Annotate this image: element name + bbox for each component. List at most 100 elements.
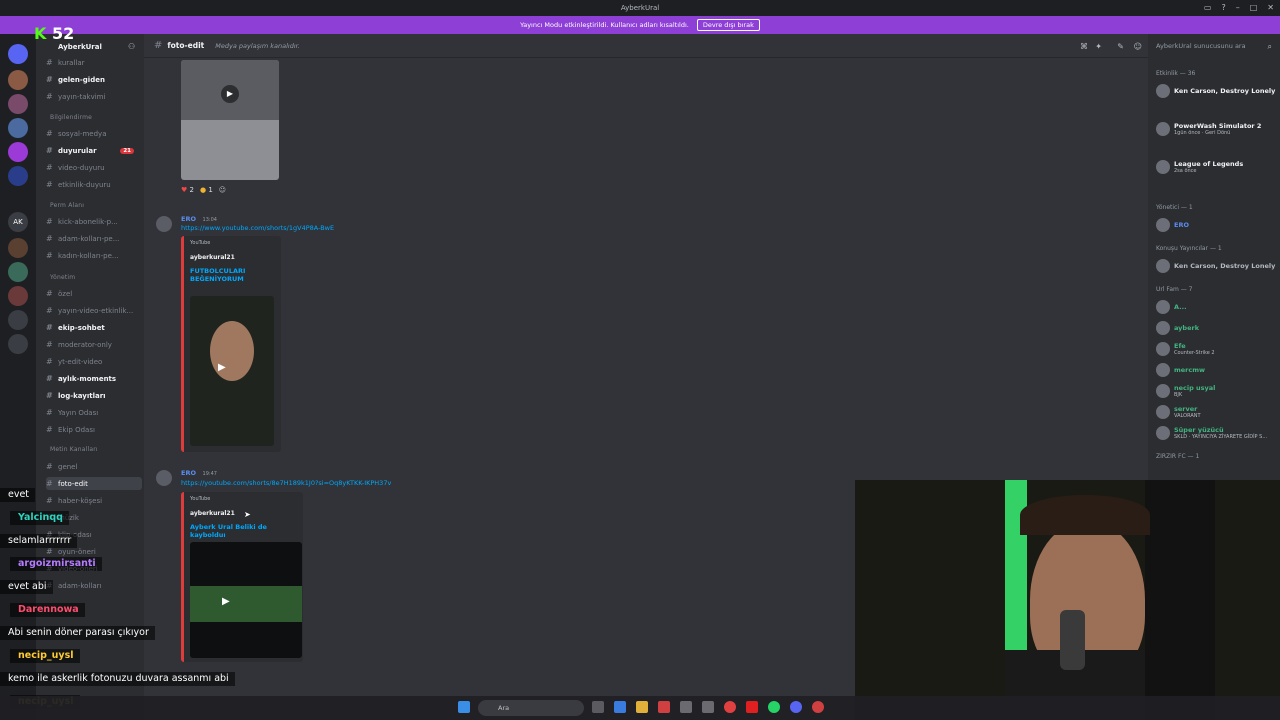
add-reaction-icon[interactable]: ☺ bbox=[219, 186, 226, 194]
channel-category[interactable]: Bilgilendirme bbox=[50, 114, 92, 121]
channel-item[interactable]: # kick-abonelik-p... bbox=[46, 215, 142, 228]
channel-item[interactable]: # adam-kolları-pe... bbox=[46, 232, 142, 245]
channel-item[interactable]: # Yayın Odası bbox=[46, 406, 142, 419]
member-item[interactable]: Ken Carson, Destroy Lonely bbox=[1156, 82, 1276, 100]
add-server-icon[interactable] bbox=[8, 310, 28, 330]
image-attachment[interactable]: ▶ bbox=[181, 60, 279, 180]
maximize-icon[interactable]: □ bbox=[1250, 3, 1258, 12]
channel-label: yayın-video-etkinlik... bbox=[58, 306, 134, 315]
member-item[interactable]: mercmw bbox=[1156, 361, 1276, 379]
minimize-icon[interactable]: – bbox=[1236, 3, 1240, 12]
channel-item[interactable]: # gelen-giden bbox=[46, 73, 142, 86]
inbox-icon[interactable]: ▭ bbox=[1204, 3, 1212, 12]
app-icon[interactable] bbox=[658, 701, 670, 713]
play-icon[interactable]: ▶ bbox=[221, 85, 239, 103]
channel-category[interactable]: Metin Kanalları bbox=[50, 446, 98, 453]
member-item[interactable]: Efe Counter-Strike 2 bbox=[1156, 340, 1276, 358]
message-author[interactable]: ERO bbox=[181, 469, 196, 477]
youtube-icon[interactable] bbox=[746, 701, 758, 713]
message-header: ERO 13:04 bbox=[181, 214, 217, 223]
avatar[interactable] bbox=[156, 470, 172, 486]
whatsapp-icon[interactable] bbox=[768, 701, 780, 713]
server-icon[interactable] bbox=[8, 238, 28, 258]
server-icon[interactable] bbox=[8, 286, 28, 306]
channel-item[interactable]: # video-duyuru bbox=[46, 161, 142, 174]
channel-item[interactable]: # aylık-moments bbox=[46, 372, 142, 385]
channel-item[interactable]: # moderator-only bbox=[46, 338, 142, 351]
channel-item[interactable]: # Ekip Odası bbox=[46, 423, 142, 436]
channel-item[interactable]: # etkinlik-duyuru bbox=[46, 178, 142, 191]
discover-icon[interactable] bbox=[8, 334, 28, 354]
server-name[interactable]: AyberkUral bbox=[58, 43, 102, 51]
member-item[interactable]: Süper yüzücü SKLD · YAYINCIYA ZİYARETE Gİ… bbox=[1156, 424, 1276, 442]
video-thumbnail[interactable]: ▶ bbox=[190, 296, 274, 446]
add-member-icon[interactable]: ⚇ bbox=[128, 42, 135, 51]
embed-title[interactable]: FUTBOLCULARI BEĞENİYORUM bbox=[190, 267, 260, 283]
channel-item[interactable]: # yayın-takvimi bbox=[46, 90, 142, 103]
embed-author[interactable]: ayberkural21 bbox=[190, 254, 235, 261]
server-icon[interactable] bbox=[8, 142, 28, 162]
start-icon[interactable] bbox=[458, 701, 470, 713]
avatar[interactable] bbox=[156, 216, 172, 232]
close-icon[interactable]: ✕ bbox=[1267, 3, 1274, 12]
member-name: Ken Carson, Destroy Lonely bbox=[1174, 262, 1276, 270]
embed-provider[interactable]: YouTube bbox=[190, 240, 210, 246]
server-icon[interactable] bbox=[8, 118, 28, 138]
help-icon[interactable]: ? bbox=[1221, 3, 1225, 12]
channel-item[interactable]: # duyurular 21 bbox=[46, 144, 142, 157]
pin-icon[interactable]: ✎ bbox=[1117, 42, 1124, 51]
channel-item[interactable]: # yayın-video-etkinlik... bbox=[46, 304, 142, 317]
notification-icon[interactable]: ✦ bbox=[1095, 42, 1102, 51]
member-name: mercmw bbox=[1174, 366, 1206, 374]
viewer-count: 52 bbox=[51, 24, 75, 43]
member-item[interactable]: Ken Carson, Destroy Lonely bbox=[1156, 257, 1276, 275]
server-icon[interactable]: AK bbox=[8, 212, 28, 232]
reaction-coin[interactable]: ● 1 bbox=[200, 186, 213, 194]
reaction-heart[interactable]: ♥ 2 bbox=[181, 186, 194, 194]
channel-category[interactable]: Yönetim bbox=[50, 274, 75, 281]
member-item[interactable]: League of Legends 2sa önce bbox=[1156, 158, 1276, 176]
channel-category[interactable]: Perm Alanı bbox=[50, 202, 84, 209]
hash-icon: # bbox=[46, 391, 53, 400]
server-icon[interactable] bbox=[8, 70, 28, 90]
message-author[interactable]: ERO bbox=[181, 215, 196, 223]
disable-streamer-mode-button[interactable]: Devre dışı bırak bbox=[696, 19, 760, 31]
server-icon[interactable] bbox=[8, 262, 28, 282]
member-list-icon[interactable]: ☺ bbox=[1134, 42, 1142, 51]
member-item[interactable]: necip usyal BJK bbox=[1156, 382, 1276, 400]
server-icon[interactable] bbox=[8, 166, 28, 186]
folder-icon[interactable] bbox=[636, 701, 648, 713]
home-icon[interactable] bbox=[8, 44, 28, 64]
hash-icon: # bbox=[46, 58, 53, 67]
channel-item[interactable]: # sosyal-medya bbox=[46, 127, 142, 140]
search-input[interactable]: AyberkUral sunucusunu ara bbox=[1152, 40, 1276, 53]
edge-icon[interactable] bbox=[614, 701, 626, 713]
app-icon[interactable] bbox=[702, 701, 714, 713]
message-link[interactable]: https://youtube.com/shorts/8e7H189k1J0?s… bbox=[181, 479, 391, 487]
channel-item[interactable]: # kurallar bbox=[46, 56, 142, 69]
member-item[interactable]: server VALORANT bbox=[1156, 403, 1276, 421]
discord-icon[interactable] bbox=[790, 701, 802, 713]
threads-icon[interactable]: ⌘ bbox=[1080, 42, 1088, 51]
task-view-icon[interactable] bbox=[592, 701, 604, 713]
play-icon[interactable]: ▶ bbox=[218, 362, 226, 373]
channel-item[interactable]: # yt-edit-video bbox=[46, 355, 142, 368]
taskbar-search[interactable]: Ara bbox=[478, 700, 584, 716]
hash-icon: # bbox=[46, 234, 53, 243]
member-item[interactable]: ERO bbox=[1156, 216, 1276, 234]
server-icon[interactable] bbox=[8, 94, 28, 114]
channel-item[interactable]: # ekip-sohbet bbox=[46, 321, 142, 334]
member-item[interactable]: ayberk bbox=[1156, 319, 1276, 337]
member-item[interactable]: A... bbox=[1156, 298, 1276, 316]
obs-icon[interactable] bbox=[812, 701, 824, 713]
channel-item[interactable]: # genel bbox=[46, 460, 142, 473]
search-icon[interactable]: ⌕ bbox=[1268, 42, 1272, 52]
app-icon[interactable] bbox=[680, 701, 692, 713]
channel-item[interactable]: # kadın-kolları-pe... bbox=[46, 249, 142, 262]
channel-item[interactable]: # log-kayıtları bbox=[46, 389, 142, 402]
member-item[interactable]: PowerWash Simulator 2 1gün önce · Geri Dö… bbox=[1156, 120, 1276, 138]
message-time: 13:04 bbox=[202, 217, 217, 223]
channel-item[interactable]: # özel bbox=[46, 287, 142, 300]
chrome-icon[interactable] bbox=[724, 701, 736, 713]
message-link[interactable]: https://www.youtube.com/shorts/1gV4P8A-B… bbox=[181, 224, 334, 232]
